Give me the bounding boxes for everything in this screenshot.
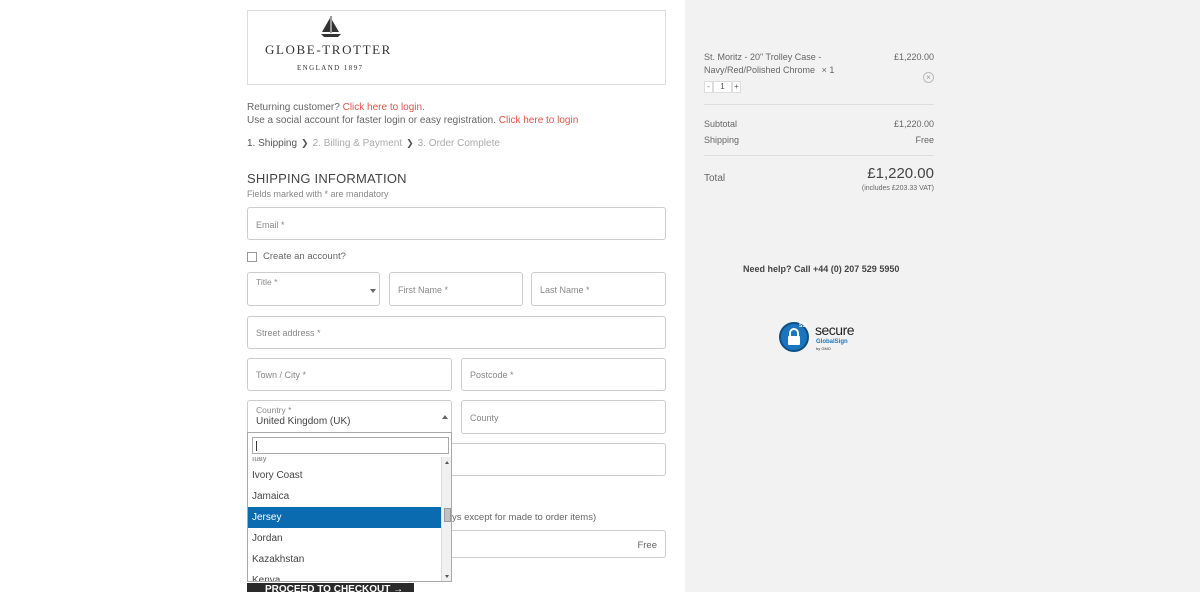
scroll-up-icon[interactable] [445, 461, 449, 464]
street-address-placeholder: Street address * [256, 328, 321, 338]
phone-field[interactable] [452, 443, 666, 476]
delivery-option[interactable]: Free [452, 530, 666, 558]
text-cursor [256, 441, 257, 451]
first-name-field[interactable]: First Name * [389, 272, 523, 306]
country-list: Italy Ivory Coast Jamaica Jersey Jordan … [248, 457, 441, 581]
brand-tagline: ENGLAND 1897 [297, 64, 364, 72]
qty-increase-button[interactable]: + [732, 81, 741, 93]
first-name-placeholder: First Name * [398, 285, 449, 295]
scrollbar-thumb[interactable] [444, 508, 451, 522]
cart-item-name-line1: St. Moritz - 20" Trolley Case - [704, 52, 822, 62]
cart-item-name-line2: Navy/Red/Polished Chrome × 1 [704, 65, 834, 75]
checkout-steps: 1. Shipping ❯ 2. Billing & Payment ❯ 3. … [247, 138, 500, 149]
step-shipping: 1. Shipping [247, 138, 298, 149]
remove-item-icon[interactable]: × [923, 72, 934, 83]
ssl-by: by GMO [816, 346, 831, 351]
total-label: Total [704, 173, 726, 184]
ssl-provider: GlobalSign [816, 339, 848, 345]
title-select[interactable]: Title * [247, 272, 380, 306]
returning-login-link[interactable]: Click here to login. [343, 102, 425, 113]
country-option-kenya[interactable]: Kenya [248, 570, 441, 581]
social-login-text: Use a social account for faster login or… [247, 115, 497, 126]
cart-item-price: £1,220.00 [893, 52, 934, 62]
street-address-field[interactable]: Street address * [247, 316, 666, 349]
returning-customer-line: Returning customer? Click here to login. [247, 102, 425, 113]
ssl-label: SSL [799, 323, 809, 329]
town-city-placeholder: Town / City * [256, 370, 307, 380]
scroll-down-icon[interactable] [445, 575, 449, 578]
qty-decrease-button[interactable]: - [704, 81, 713, 93]
chevron-right-icon: ❯ [301, 138, 309, 148]
subtotal-label: Subtotal [704, 119, 738, 129]
order-summary-panel [685, 0, 1200, 592]
country-option-ivory-coast[interactable]: Ivory Coast [248, 465, 441, 486]
social-login-line: Use a social account for faster login or… [247, 115, 578, 126]
divider [704, 104, 934, 105]
delivery-note: ys except for made to order items) [452, 512, 597, 523]
sailboat-icon [321, 16, 341, 37]
country-option-kazakhstan[interactable]: Kazakhstan [248, 549, 441, 570]
shipping-value: Free [915, 135, 934, 145]
county-placeholder: County [470, 413, 499, 423]
proceed-to-checkout-button[interactable]: PROCEED TO CHECKOUT → [247, 583, 414, 592]
title-label: Title * [256, 277, 278, 287]
subtotal-value: £1,220.00 [893, 119, 934, 129]
last-name-field[interactable]: Last Name * [531, 272, 666, 306]
country-option-jamaica[interactable]: Jamaica [248, 486, 441, 507]
divider [704, 155, 934, 156]
country-label: Country * [256, 405, 292, 415]
ssl-title: secure [815, 322, 855, 338]
town-city-field[interactable]: Town / City * [247, 358, 452, 391]
delivery-price: Free [637, 540, 657, 551]
brand-logo[interactable]: GLOBE-TROTTER ENGLAND 1897 [247, 10, 666, 85]
postcode-placeholder: Postcode * [470, 370, 514, 380]
vat-note: (includes £203.33 VAT) [861, 185, 934, 192]
chevron-right-icon: ❯ [406, 138, 414, 148]
email-field[interactable]: Email * [247, 207, 666, 240]
country-option-jersey[interactable]: Jersey [248, 507, 441, 528]
brand-name: GLOBE-TROTTER [265, 42, 392, 57]
cart-item-variant: Navy/Red/Polished Chrome [704, 65, 816, 75]
country-dropdown: Italy Ivory Coast Jamaica Jersey Jordan … [247, 432, 452, 582]
page-title: SHIPPING INFORMATION [247, 171, 407, 186]
create-account-checkbox[interactable] [247, 252, 257, 262]
chevron-down-icon [370, 289, 376, 293]
country-select[interactable]: Country * United Kingdom (UK) [247, 400, 452, 434]
email-placeholder: Email * [256, 220, 285, 230]
step-order-complete: 3. Order Complete [417, 138, 500, 149]
ssl-secure-badge: SSL secure GlobalSign by GMO [779, 320, 861, 354]
shipping-label: Shipping [704, 135, 740, 145]
country-option-jordan[interactable]: Jordan [248, 528, 441, 549]
postcode-field[interactable]: Postcode * [461, 358, 666, 391]
returning-customer-text: Returning customer? [247, 102, 340, 113]
step-billing: 2. Billing & Payment [312, 138, 403, 149]
country-search-input[interactable] [252, 437, 449, 454]
county-field[interactable]: County [461, 400, 666, 434]
dropdown-scrollbar[interactable] [441, 457, 451, 581]
cart-item-qty-label: × 1 [821, 65, 835, 75]
country-value: United Kingdom (UK) [256, 416, 351, 427]
create-account-label: Create an account? [263, 251, 346, 262]
chevron-up-icon [442, 415, 448, 419]
social-login-link[interactable]: Click here to login [499, 115, 578, 126]
mandatory-note: Fields marked with * are mandatory [247, 189, 389, 199]
qty-input[interactable]: 1 [713, 81, 732, 93]
help-phone: Need help? Call +44 (0) 207 529 5950 [743, 264, 900, 274]
total-value: £1,220.00 [867, 165, 934, 182]
last-name-placeholder: Last Name * [540, 285, 590, 295]
